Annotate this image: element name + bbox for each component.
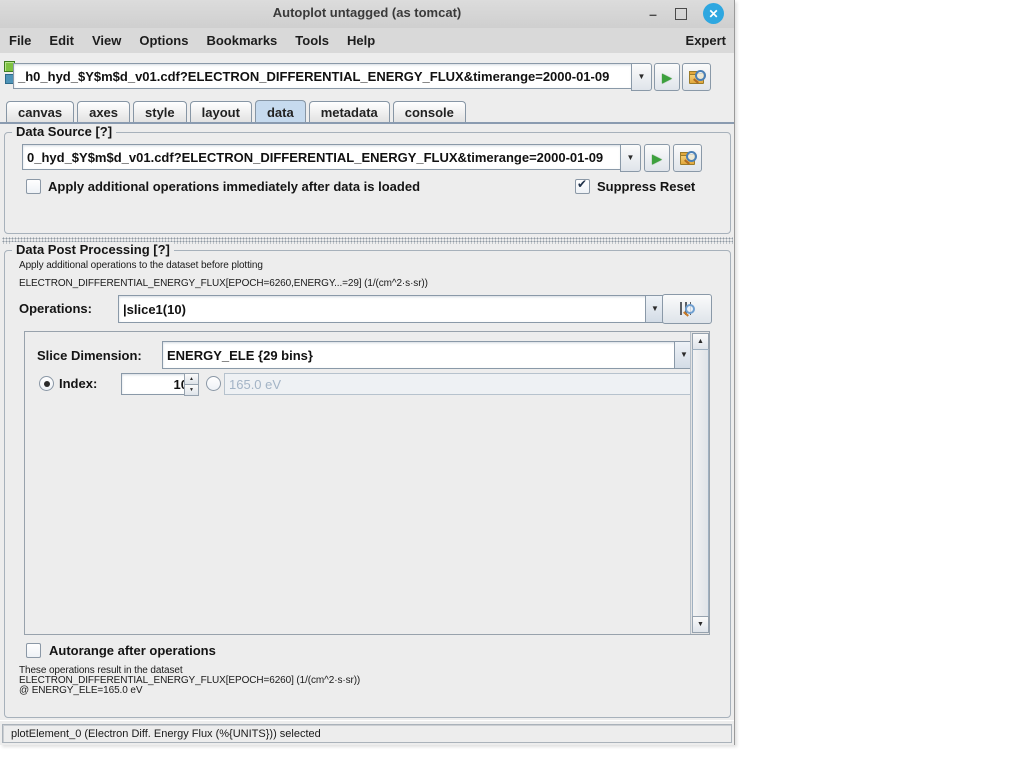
- address-uri-input[interactable]: _h0_hyd_$Y$m$d_v01.cdf?ELECTRON_DIFFEREN…: [13, 63, 633, 89]
- desktop: Autoplot untagged (as tomcat) – ✕ File E…: [0, 0, 1024, 768]
- scrollbar-thumb[interactable]: [692, 349, 709, 617]
- menu-options[interactable]: Options: [130, 31, 197, 50]
- down-arrow-icon: ▼: [189, 387, 194, 393]
- data-source-go-button[interactable]: ▶: [644, 144, 670, 172]
- play-icon: ▶: [652, 152, 662, 165]
- value-radio[interactable]: [206, 376, 221, 391]
- address-panel: _h0_hyd_$Y$m$d_v01.cdf?ELECTRON_DIFFEREN…: [0, 53, 734, 98]
- input-dataset-label: ELECTRON_DIFFERENTIAL_ENERGY_FLUX[EPOCH=…: [19, 278, 428, 289]
- check-icon: ✔: [577, 177, 587, 191]
- maximize-icon: [675, 8, 687, 20]
- autorange-checkbox[interactable]: ✔: [26, 643, 41, 658]
- folder-search-icon: [688, 69, 706, 85]
- folder-search-icon: [679, 150, 697, 166]
- index-spinner-input[interactable]: 10: [121, 373, 193, 395]
- window-title: Autoplot untagged (as tomcat): [0, 5, 734, 20]
- up-arrow-icon: ▲: [189, 376, 194, 382]
- tab-axes[interactable]: axes: [77, 101, 130, 122]
- tab-divider: [0, 122, 734, 124]
- down-arrow-icon: ▼: [697, 621, 704, 628]
- title-bar[interactable]: Autoplot untagged (as tomcat) – ✕: [0, 0, 734, 29]
- close-icon: ✕: [708, 7, 718, 21]
- vertical-scrollbar[interactable]: ▲ ▼: [690, 332, 709, 634]
- up-arrow-icon: ▲: [697, 338, 704, 345]
- tab-strip: canvas axes style layout data metadata c…: [0, 100, 740, 122]
- slice-dimension-value: ENERGY_ELE {29 bins}: [167, 348, 313, 363]
- slice-dimension-combobox[interactable]: ENERGY_ELE {29 bins} ▼: [162, 341, 694, 369]
- post-processing-panel: Data Post Processing [?] Apply additiona…: [4, 250, 731, 718]
- address-go-button[interactable]: ▶: [654, 63, 680, 91]
- slice-value-text: 165.0 eV: [229, 377, 281, 392]
- menu-bookmarks[interactable]: Bookmarks: [197, 31, 286, 50]
- chevron-down-icon: ▼: [638, 73, 646, 81]
- close-button[interactable]: ✕: [703, 3, 724, 24]
- scroll-down-button[interactable]: ▼: [692, 616, 709, 633]
- operations-value: |slice1(10): [123, 302, 186, 317]
- data-source-uri-text: 0_hyd_$Y$m$d_v01.cdf?ELECTRON_DIFFERENTI…: [27, 150, 603, 165]
- chevron-down-icon: ▼: [627, 154, 635, 162]
- slice-dimension-label: Slice Dimension:: [37, 348, 142, 363]
- data-source-dropdown-button[interactable]: ▼: [620, 144, 641, 172]
- suppress-reset-row: ✔ Suppress Reset: [575, 179, 695, 194]
- menu-bar: File Edit View Options Bookmarks Tools H…: [0, 28, 734, 54]
- autoplot-window: Autoplot untagged (as tomcat) – ✕ File E…: [0, 0, 735, 745]
- address-uri-text: _h0_hyd_$Y$m$d_v01.cdf?ELECTRON_DIFFEREN…: [18, 69, 609, 84]
- index-label: Index:: [59, 376, 97, 391]
- data-source-uri-input[interactable]: 0_hyd_$Y$m$d_v01.cdf?ELECTRON_DIFFERENTI…: [22, 144, 622, 170]
- menu-file[interactable]: File: [0, 31, 40, 50]
- chevron-down-icon: ▼: [680, 351, 688, 359]
- tab-data[interactable]: data: [255, 100, 306, 122]
- menu-edit[interactable]: Edit: [40, 31, 83, 50]
- menu-tools[interactable]: Tools: [286, 31, 338, 50]
- expert-mode-label[interactable]: Expert: [686, 33, 726, 48]
- suppress-reset-checkbox[interactable]: ✔: [575, 179, 590, 194]
- apply-operations-checkbox[interactable]: ✔: [26, 179, 41, 194]
- spinner-down-button[interactable]: ▼: [184, 384, 199, 396]
- index-spinner: 10 ▲ ▼: [121, 373, 197, 395]
- status-bar: plotElement_0 (Electron Diff. Energy Flu…: [0, 720, 734, 745]
- minimize-icon: –: [649, 6, 657, 22]
- result-slice-at: @ ENERGY_ELE=165.0 eV: [19, 685, 142, 696]
- slice-index-row: Index: 10 ▲ ▼ 165.0 eV: [25, 372, 685, 396]
- post-processing-hint: Apply additional operations to the datas…: [19, 260, 263, 271]
- index-spinner-buttons: ▲ ▼: [184, 373, 197, 395]
- post-processing-title[interactable]: Data Post Processing [?]: [12, 242, 174, 257]
- minimize-button[interactable]: –: [642, 4, 664, 24]
- slice-value-input-disabled: 165.0 eV: [224, 373, 692, 395]
- scroll-up-button[interactable]: ▲: [692, 333, 709, 350]
- data-source-title[interactable]: Data Source [?]: [12, 124, 116, 139]
- tab-console[interactable]: console: [393, 101, 466, 122]
- operation-editor-scrollpane: Slice Dimension: ENERGY_ELE {29 bins} ▼ …: [24, 331, 710, 635]
- play-icon: ▶: [662, 71, 672, 84]
- maximize-button[interactable]: [670, 4, 692, 24]
- operations-filter-button[interactable]: [662, 294, 712, 324]
- data-source-panel: Data Source [?] 0_hyd_$Y$m$d_v01.cdf?ELE…: [4, 132, 731, 234]
- operations-combobox[interactable]: |slice1(10) ▼: [118, 295, 665, 323]
- tab-layout[interactable]: layout: [190, 101, 252, 122]
- tab-metadata[interactable]: metadata: [309, 101, 390, 122]
- index-radio[interactable]: [39, 376, 54, 391]
- menu-help[interactable]: Help: [338, 31, 384, 50]
- apply-operations-row: ✔ Apply additional operations immediatel…: [26, 179, 420, 194]
- apply-operations-label: Apply additional operations immediately …: [48, 179, 420, 194]
- tab-canvas[interactable]: canvas: [6, 101, 74, 122]
- data-source-inspect-button[interactable]: [673, 144, 702, 172]
- filters-magnifier-icon: [678, 301, 696, 317]
- status-message-area: plotElement_0 (Electron Diff. Energy Flu…: [2, 724, 732, 743]
- tab-style[interactable]: style: [133, 101, 187, 122]
- suppress-reset-label: Suppress Reset: [597, 179, 695, 194]
- autorange-row: ✔ Autorange after operations: [26, 643, 216, 658]
- operations-label: Operations:: [19, 301, 92, 316]
- status-text: plotElement_0 (Electron Diff. Energy Flu…: [11, 728, 321, 740]
- address-inspect-button[interactable]: [682, 63, 711, 91]
- address-dropdown-button[interactable]: ▼: [631, 63, 652, 91]
- chevron-down-icon: ▼: [651, 305, 659, 313]
- menu-view[interactable]: View: [83, 31, 130, 50]
- autorange-label: Autorange after operations: [49, 643, 216, 658]
